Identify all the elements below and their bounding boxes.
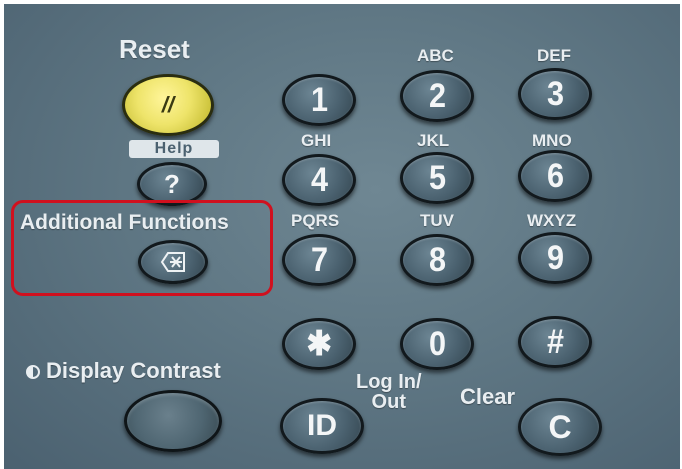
display-contrast-text: Display Contrast	[46, 358, 221, 383]
key-3-letters: DEF	[537, 46, 571, 65]
key-1[interactable]: 1	[282, 74, 356, 126]
login-label: Log In/ Out	[356, 372, 422, 412]
reset-icon: //	[161, 92, 175, 117]
key-7-digit: 7	[310, 240, 328, 279]
key-5-letters: JKL	[417, 131, 450, 150]
clear-icon: C	[548, 408, 572, 445]
key-9-digit: 9	[546, 238, 564, 277]
additional-functions-icon	[160, 252, 185, 272]
reset-label: Reset	[119, 34, 190, 64]
star-icon: ✱	[306, 325, 332, 363]
key-4-digit: 4	[310, 160, 328, 199]
key-3[interactable]: 3	[518, 68, 592, 120]
login-label-line2: Out	[371, 391, 406, 413]
key-7-letters: PQRS	[291, 211, 340, 230]
key-2[interactable]: 2	[400, 70, 474, 122]
copier-control-panel: Reset // Help ? Additional Functions ABC…	[4, 4, 680, 469]
key-1-digit: 1	[310, 80, 328, 119]
key-9-letters: WXYZ	[527, 211, 577, 230]
hash-icon: #	[546, 322, 564, 361]
key-6[interactable]: 6	[518, 150, 592, 202]
key-2-digit: 2	[428, 76, 446, 115]
help-icon: ?	[164, 168, 180, 199]
key-5[interactable]: 5	[400, 152, 474, 204]
key-0-digit: 0	[428, 324, 446, 363]
key-8-digit: 8	[428, 240, 446, 279]
key-9[interactable]: 9	[518, 232, 592, 284]
additional-functions-button[interactable]	[138, 240, 208, 284]
additional-functions-label: Additional Functions	[20, 211, 229, 234]
reset-button[interactable]: //	[122, 74, 214, 136]
key-5-digit: 5	[428, 158, 446, 197]
help-label: Help	[129, 140, 219, 158]
login-label-line1: Log In/	[356, 371, 422, 393]
clear-label: Clear	[460, 384, 516, 409]
key-3-digit: 3	[546, 74, 564, 113]
key-0[interactable]: 0	[400, 318, 474, 370]
key-7[interactable]: 7	[282, 234, 356, 286]
key-6-letters: MNO	[532, 131, 572, 150]
key-4[interactable]: 4	[282, 154, 356, 206]
key-4-letters: GHI	[301, 131, 332, 150]
key-hash[interactable]: #	[518, 316, 592, 368]
key-8-letters: TUV	[420, 211, 454, 230]
display-contrast-label: Display Contrast	[26, 358, 221, 384]
id-label: ID	[307, 409, 337, 442]
key-2-letters: ABC	[417, 46, 454, 65]
key-star[interactable]: ✱	[282, 318, 356, 370]
clear-button[interactable]: C	[518, 398, 602, 456]
login-logout-button[interactable]: ID	[280, 398, 364, 454]
key-6-digit: 6	[546, 156, 564, 195]
contrast-icon	[26, 365, 40, 379]
display-contrast-button[interactable]	[124, 390, 222, 452]
key-8[interactable]: 8	[400, 234, 474, 286]
